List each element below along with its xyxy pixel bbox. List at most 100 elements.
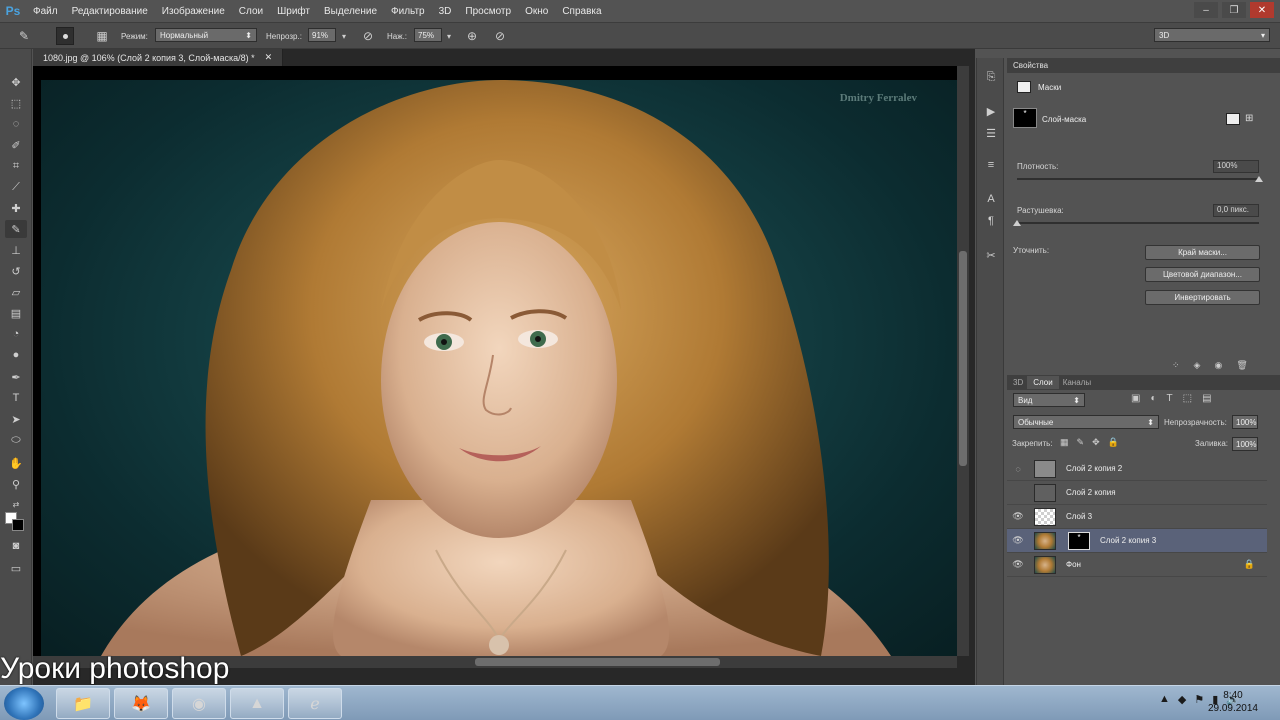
start-button[interactable] <box>4 687 44 720</box>
brush-tool-icon[interactable]: ✎ <box>14 28 34 44</box>
menu-edit[interactable]: Редактирование <box>65 6 155 17</box>
screen-mode-icon[interactable]: ▭ <box>5 559 27 577</box>
layer-opacity-field[interactable]: 100% <box>1232 415 1258 429</box>
gradient-tool-icon[interactable]: ▤ <box>5 304 27 322</box>
mask-thumbnail[interactable]: * <box>1013 108 1037 128</box>
menu-window[interactable]: Окно <box>518 6 555 17</box>
hand-tool-icon[interactable]: ✋ <box>5 454 27 472</box>
add-vector-mask-icon[interactable]: ⊞ <box>1245 113 1257 125</box>
opacity-dropdown-icon[interactable]: ▾ <box>338 28 350 44</box>
vertical-scroll-thumb[interactable] <box>959 251 967 466</box>
menu-filter[interactable]: Фильтр <box>384 6 432 17</box>
select-pixel-mask-icon[interactable] <box>1226 113 1240 125</box>
eye-icon[interactable]: 👁 <box>1007 511 1029 522</box>
portrait-photo[interactable]: Dmitry Ferralev <box>41 80 957 656</box>
flow-field[interactable]: 75% <box>414 28 442 42</box>
lock-transparent-icon[interactable]: ▦ <box>1060 437 1069 448</box>
workspace-select[interactable]: 3D ▾ <box>1154 28 1270 42</box>
fill-field[interactable]: 100% <box>1232 437 1258 451</box>
filter-shape-icon[interactable]: ⬚ <box>1183 393 1192 404</box>
brush-preset-picker[interactable] <box>56 27 74 45</box>
close-icon[interactable]: ✕ <box>1250 2 1274 18</box>
layer-row[interactable]: Слой 2 копия <box>1007 481 1267 505</box>
healing-brush-tool-icon[interactable]: ✚ <box>5 199 27 217</box>
background-color-swatch[interactable] <box>12 519 24 531</box>
explorer-taskbar-icon[interactable]: 📁 <box>56 688 110 719</box>
filter-adjustment-icon[interactable]: ◐ <box>1150 393 1156 404</box>
density-field[interactable]: 100% <box>1213 160 1259 173</box>
tab-channels[interactable]: Каналы <box>1063 378 1091 387</box>
blur-tool-icon[interactable]: ◔ <box>5 325 27 343</box>
eye-icon[interactable]: 👁 <box>1007 559 1029 570</box>
pen-tool-icon[interactable]: ✒ <box>5 368 27 386</box>
crop-tool-icon[interactable]: ⌗ <box>5 157 27 175</box>
tray-app-icon[interactable]: ◆ <box>1178 693 1186 706</box>
toggle-mask-visibility-icon[interactable]: ◉ <box>1214 360 1222 371</box>
eyedropper-tool-icon[interactable]: ⟋ <box>5 178 27 196</box>
invert-button[interactable]: Инвертировать <box>1145 290 1260 305</box>
visibility-toggle-icon[interactable]: ◌ <box>1007 464 1029 474</box>
security-icon[interactable]: ⚑ <box>1194 693 1204 706</box>
layer-row[interactable]: ◌ Слой 2 копия 2 <box>1007 457 1267 481</box>
dodge-tool-icon[interactable]: ● <box>5 346 27 364</box>
feather-field[interactable]: 0,0 пикс. <box>1213 204 1259 217</box>
clock[interactable]: 8:40 29.09.2014 <box>1208 689 1258 715</box>
tool-presets-icon[interactable]: ✂ <box>982 246 1000 264</box>
filter-type-icon[interactable]: T <box>1167 393 1173 404</box>
blend-mode-select[interactable]: Обычные ⬍ <box>1013 415 1159 429</box>
menu-view[interactable]: Просмотр <box>458 6 518 17</box>
layer-mask-thumbnail[interactable]: * <box>1068 531 1090 550</box>
feather-slider[interactable] <box>1017 222 1259 224</box>
pressure-size-icon[interactable]: ⊘ <box>492 28 508 44</box>
lasso-tool-icon[interactable]: ◌ <box>5 115 27 133</box>
pressure-opacity-icon[interactable]: ⊘ <box>360 28 376 44</box>
show-hidden-icons-icon[interactable]: ▲ <box>1159 693 1170 706</box>
document-tab[interactable]: 1080.jpg @ 106% (Слой 2 копия 3, Слой-ма… <box>33 49 284 66</box>
zoom-tool-icon[interactable]: ⚲ <box>5 475 27 493</box>
layer-row[interactable]: 👁 Слой 3 <box>1007 505 1267 529</box>
tab-layers[interactable]: Слои <box>1027 376 1059 389</box>
restore-icon[interactable]: ❐ <box>1222 2 1246 18</box>
horizontal-scroll-thumb[interactable] <box>475 658 720 666</box>
chrome-taskbar-icon[interactable]: ◉ <box>172 688 226 719</box>
actions-panel-icon[interactable]: ▶ <box>982 102 1000 120</box>
character-panel-icon[interactable]: A <box>982 190 1000 208</box>
color-range-button[interactable]: Цветовой диапазон... <box>1145 267 1260 282</box>
menu-help[interactable]: Справка <box>555 6 608 17</box>
filter-pixel-icon[interactable]: ▣ <box>1131 393 1140 404</box>
history-panel-icon[interactable]: ⎘ <box>982 68 1000 86</box>
mask-edge-button[interactable]: Край маски... <box>1145 245 1260 260</box>
menu-type[interactable]: Шрифт <box>270 6 317 17</box>
paragraph-panel-icon[interactable]: ¶ <box>982 212 1000 230</box>
swap-colors-icon[interactable]: ⇄ <box>5 495 27 513</box>
airbrush-icon[interactable]: ⊕ <box>464 28 480 44</box>
history-brush-tool-icon[interactable]: ↺ <box>5 262 27 280</box>
quick-mask-icon[interactable]: ◙ <box>5 537 27 555</box>
lock-position-icon[interactable]: ✥ <box>1092 437 1100 448</box>
layer-row[interactable]: 👁 Фон 🔒 <box>1007 553 1267 577</box>
layer-row[interactable]: 👁 * Слой 2 копия 3 <box>1007 529 1267 553</box>
close-tab-icon[interactable]: ✕ <box>265 52 273 63</box>
path-select-tool-icon[interactable]: ➤ <box>5 410 27 428</box>
lock-all-icon[interactable]: 🔒 <box>1108 437 1119 448</box>
clone-stamp-tool-icon[interactable]: ⊥ <box>5 241 27 259</box>
type-tool-icon[interactable]: T <box>5 389 27 407</box>
quick-select-tool-icon[interactable]: ✐ <box>5 136 27 154</box>
flow-dropdown-icon[interactable]: ▾ <box>443 28 455 44</box>
menu-3d[interactable]: 3D <box>432 6 459 17</box>
brush-tool-icon[interactable]: ✎ <box>5 220 27 238</box>
brush-panel-icon[interactable]: ▦ <box>94 28 110 44</box>
delete-mask-icon[interactable]: 🗑 <box>1236 360 1247 371</box>
ellipse-tool-icon[interactable]: ⬭ <box>5 431 27 449</box>
layer-filter-select[interactable]: Вид ⬍ <box>1013 393 1085 407</box>
density-slider-knob[interactable] <box>1255 176 1263 182</box>
menu-layers[interactable]: Слои <box>232 6 270 17</box>
mode-select[interactable]: Нормальный ⬍ <box>155 28 257 42</box>
styles-panel-icon[interactable]: ≡ <box>982 156 1000 174</box>
firefox-taskbar-icon[interactable]: 🦊 <box>114 688 168 719</box>
lock-pixels-icon[interactable]: ✎ <box>1077 437 1085 448</box>
opacity-field[interactable]: 91% <box>308 28 336 42</box>
adjustments-panel-icon[interactable]: ☰ <box>982 124 1000 142</box>
menu-image[interactable]: Изображение <box>155 6 232 17</box>
app-taskbar-icon[interactable]: ▲ <box>230 688 284 719</box>
